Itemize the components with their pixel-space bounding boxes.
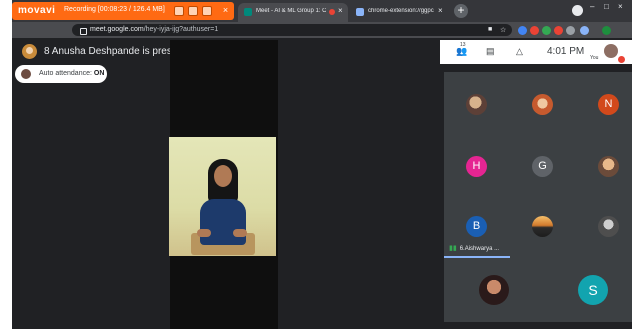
tab-extension[interactable]: chrome-extension://ggpcmbefc × [350, 3, 450, 22]
participant-tile[interactable] [598, 156, 619, 177]
tab-meet[interactable]: Meet - AI & ML Group 1: C × [238, 3, 348, 22]
active-speaker-label: ▮▮ 6.Aishwarya ... [449, 244, 499, 252]
recording-dot-icon [329, 9, 335, 15]
extension-icon-3[interactable] [542, 26, 551, 35]
url-host: meet.google.com [90, 26, 144, 33]
lock-icon [80, 28, 87, 35]
maximize-button[interactable]: □ [604, 2, 609, 11]
participant-grid: N H G B S [444, 72, 632, 322]
auto-attendance-chip[interactable]: Auto attendance: ON [15, 65, 107, 83]
participant-tile[interactable]: S [578, 275, 608, 305]
recorder-draw-button[interactable] [174, 6, 184, 16]
new-tab-button[interactable]: + [454, 4, 468, 18]
address-bar[interactable]: meet.google.com/hey-iyja-ijg?authuser=1 … [72, 24, 512, 36]
tab-extension-close-button[interactable]: × [438, 6, 443, 15]
tab-extension-title: chrome-extension://ggpcmbefc [368, 8, 434, 14]
participant-tile[interactable]: N [598, 94, 619, 115]
recorder-close-button[interactable]: × [220, 5, 231, 16]
auto-attendance-text: Auto attendance: ON [39, 70, 104, 77]
recording-status: Recording [00:08:23 / 126.4 MB] [64, 6, 165, 13]
auto-attendance-state: ON [93, 70, 105, 77]
minimize-button[interactable]: – [590, 2, 594, 11]
tab-meet-title: Meet - AI & ML Group 1: C [256, 8, 326, 14]
extensions-puzzle-icon[interactable] [580, 26, 589, 35]
presenter-avatar [22, 44, 37, 59]
extension-icon-1[interactable] [518, 26, 527, 35]
participant-tile[interactable] [532, 216, 553, 237]
person-arm-right [233, 229, 247, 237]
profile-icon[interactable] [572, 5, 583, 16]
chat-icon[interactable]: ▤ [486, 46, 495, 57]
account-avatar[interactable] [602, 26, 611, 35]
meet-favicon [244, 8, 252, 16]
active-speaker-indicator [444, 256, 510, 258]
bookmark-star-icon[interactable]: ☆ [500, 26, 506, 34]
recorder-panel: movavi Recording [00:08:23 / 126.4 MB] × [12, 2, 234, 20]
notification-badge [618, 56, 625, 63]
address-row: meet.google.com/hey-iyja-ijg?authuser=1 … [12, 22, 632, 38]
close-window-button[interactable]: × [618, 2, 623, 11]
self-avatar[interactable] [604, 44, 618, 58]
auto-attendance-label: Auto attendance: [39, 70, 94, 77]
extension-icon-2[interactable] [530, 26, 539, 35]
recorder-logo: movavi [18, 5, 56, 16]
clock-time: 4:01 PM [547, 46, 585, 57]
tab-meet-close-button[interactable]: × [338, 6, 343, 15]
participants-count: 13 [460, 42, 466, 48]
participant-tile[interactable] [479, 275, 509, 305]
you-label: You [590, 55, 599, 61]
person-arm-left [197, 229, 211, 237]
participant-tile[interactable]: B [466, 216, 487, 237]
participant-tile[interactable] [466, 94, 487, 115]
screen-frame: movavi Recording [00:08:23 / 126.4 MB] ×… [12, 0, 632, 329]
camera-icon[interactable]: ■ [488, 26, 492, 33]
recorder-pause-button[interactable] [188, 6, 198, 16]
extension-favicon [356, 8, 364, 16]
recorder-stop-button[interactable] [202, 6, 212, 16]
participant-tile[interactable]: G [532, 156, 553, 177]
participant-tile[interactable] [532, 94, 553, 115]
presenter-video [169, 137, 276, 256]
browser-tab-strip: movavi Recording [00:08:23 / 126.4 MB] ×… [12, 0, 632, 22]
url-text: meet.google.com/hey-iyja-ijg?authuser=1 [90, 26, 218, 33]
extension-icon-5[interactable] [566, 26, 575, 35]
person-body-shape [200, 199, 246, 245]
url-path: /hey-iyja-ijg?authuser=1 [143, 26, 219, 33]
participant-tile[interactable] [598, 216, 619, 237]
active-speaker-name: 6.Aishwarya ... [459, 246, 500, 252]
person-face-shape [214, 165, 232, 187]
audio-level-icon: ▮▮ [449, 245, 457, 252]
attendance-icon [21, 69, 31, 79]
extension-icon-4[interactable] [554, 26, 563, 35]
participant-tile[interactable]: H [466, 156, 487, 177]
activities-icon[interactable]: △ [516, 46, 523, 57]
